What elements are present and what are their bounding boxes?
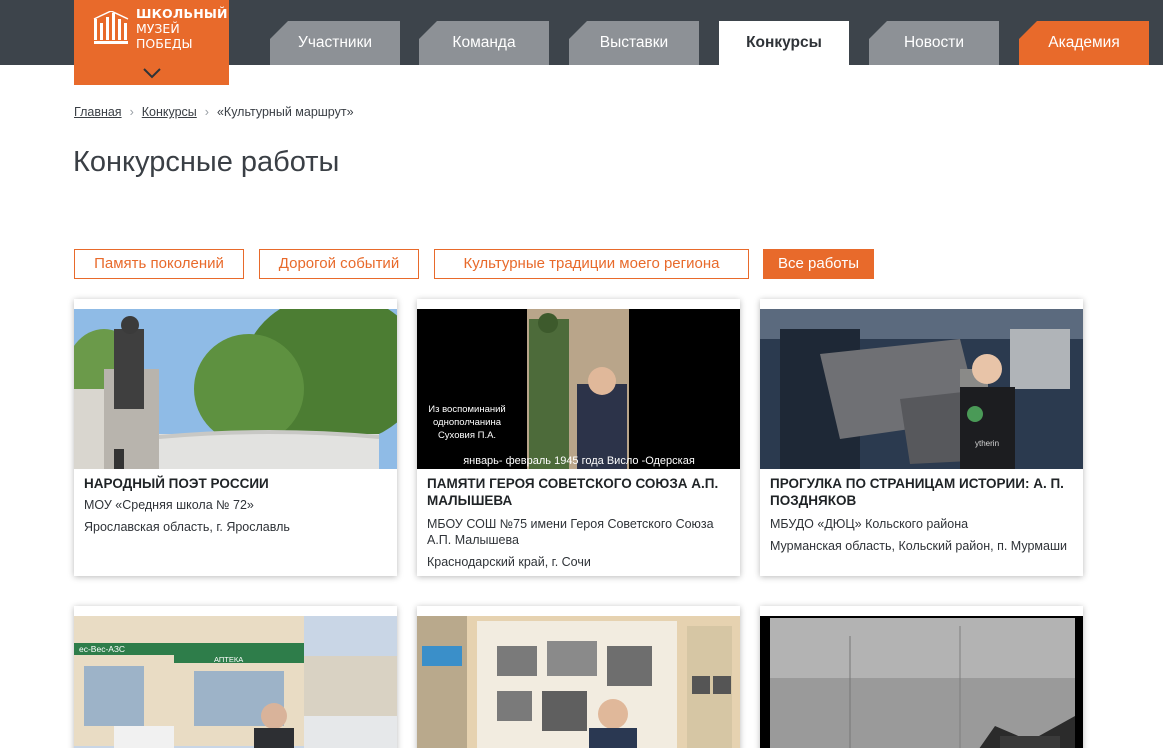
video-subtitle: январь- февраль 1945 года Висло -Одерска… (463, 455, 695, 467)
breadcrumb-separator: › (129, 105, 134, 119)
breadcrumb-separator: › (204, 105, 209, 119)
store-sign-2: АПТЕКА (214, 655, 243, 664)
store-sign-1: ес-Вес-АЗС (79, 644, 125, 654)
work-location: Мурманская область, Кольский район, п. М… (770, 539, 1067, 553)
work-title[interactable]: ПРОГУЛКА ПО СТРАНИЦАМ ИСТОРИИ: А. П. ПОЗ… (770, 475, 1073, 509)
breadcrumb-contests[interactable]: Конкурсы (142, 105, 197, 119)
video-caption-1: Из воспоминаний (428, 404, 505, 415)
work-card[interactable] (417, 606, 740, 748)
work-title[interactable]: НАРОДНЫЙ ПОЭТ РОССИИ (84, 475, 387, 492)
tab-exhibitions[interactable]: Выставки (569, 21, 699, 65)
tab-news[interactable]: Новости (869, 21, 999, 65)
work-school: МБУДО «ДЮЦ» Кольского района (770, 517, 969, 531)
video-caption-3: Суховия П.А. (438, 430, 496, 441)
work-card[interactable]: ес-Вес-АЗС АПТЕКА (74, 606, 397, 748)
filter-all-works[interactable]: Все работы (763, 249, 874, 279)
shirt-print-text: ytherin (975, 439, 999, 448)
logo-line2: МУЗЕЙ (136, 21, 180, 36)
work-school: МБОУ СОШ №75 имени Героя Советского Союз… (427, 517, 714, 547)
work-thumbnail[interactable]: ytherin (760, 309, 1083, 469)
work-school: МОУ «Средняя школа № 72» (84, 498, 254, 512)
video-still: Из воспоминаний однополчанина Суховия П.… (417, 309, 740, 469)
work-thumbnail[interactable] (74, 309, 397, 469)
work-card[interactable] (760, 606, 1083, 748)
filter-cultural-traditions[interactable]: Культурные традиции моего региона (434, 249, 749, 279)
logo-text: ШКОЛЬНЫЙ МУЗЕЙ ПОБЕДЫ (136, 6, 228, 51)
chevron-down-icon[interactable] (142, 66, 162, 80)
street-photo: ес-Вес-АЗС АПТЕКА (74, 616, 397, 748)
tab-academy[interactable]: Академия (1019, 21, 1149, 65)
logo-line1: ШКОЛЬНЫЙ (136, 6, 228, 21)
tab-team[interactable]: Команда (419, 21, 549, 65)
monument-photo (74, 309, 397, 469)
filter-generations-memory[interactable]: Память поколений (74, 249, 244, 279)
breadcrumb: Главная › Конкурсы › «Культурный маршрут» (74, 105, 354, 119)
museum-stand-photo (417, 616, 740, 748)
work-card[interactable]: ytherin ПРОГУЛКА ПО СТРАНИЦАМ ИСТОРИИ: А… (760, 299, 1083, 576)
work-card[interactable]: Из воспоминаний однополчанина Суховия П.… (417, 299, 740, 576)
work-location: Краснодарский край, г. Сочи (427, 555, 591, 569)
video-caption-2: однополчанина (433, 417, 502, 428)
work-location: Ярославская область, г. Ярославль (84, 520, 290, 534)
filter-road-of-events[interactable]: Дорогой событий (259, 249, 419, 279)
breadcrumb-current: «Культурный маршрут» (216, 105, 354, 119)
archival-film-still (760, 616, 1083, 748)
work-title[interactable]: ПАМЯТИ ГЕРОЯ СОВЕТСКОГО СОЮЗА А.П. МАЛЫШ… (427, 475, 730, 509)
museum-logo-icon (93, 11, 129, 44)
work-thumbnail[interactable]: ес-Вес-АЗС АПТЕКА (74, 616, 397, 748)
work-thumbnail[interactable]: Из воспоминаний однополчанина Суховия П.… (417, 309, 740, 469)
work-card[interactable]: НАРОДНЫЙ ПОЭТ РОССИИ МОУ «Средняя школа … (74, 299, 397, 576)
museum-exhibit-photo: ytherin (760, 309, 1083, 469)
tab-contests[interactable]: Конкурсы (719, 21, 849, 65)
work-thumbnail[interactable] (417, 616, 740, 748)
tab-participants[interactable]: Участники (270, 21, 400, 65)
breadcrumb-home[interactable]: Главная (74, 105, 122, 119)
logo-line3: ПОБЕДЫ (136, 36, 193, 51)
work-thumbnail[interactable] (760, 616, 1083, 748)
site-logo[interactable]: ШКОЛЬНЫЙ МУЗЕЙ ПОБЕДЫ (74, 0, 229, 85)
page-title: Конкурсные работы (73, 146, 340, 178)
